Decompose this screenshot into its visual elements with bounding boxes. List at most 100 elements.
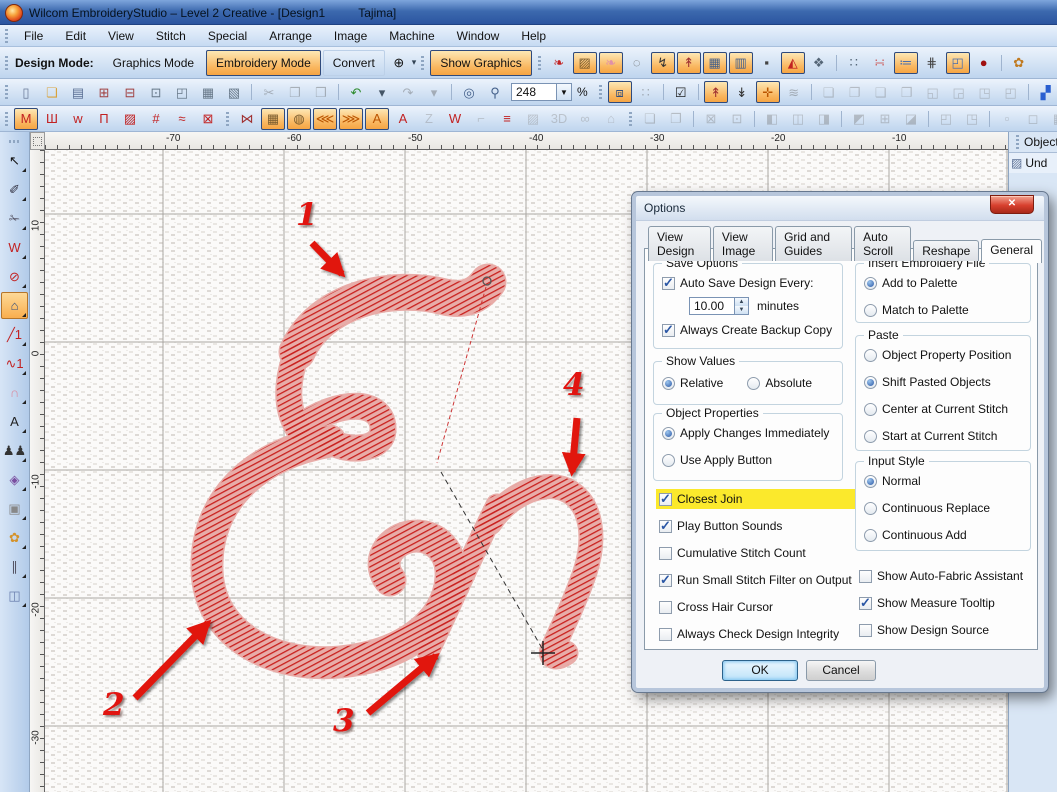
fabric-assistant-icon[interactable]: ✿ [1007,52,1031,74]
monogramming-tool[interactable]: ◈ [1,466,28,493]
auto-save-interval-spinner[interactable]: 10.00 ▲ ▼ [689,297,749,315]
menu-image[interactable]: Image [323,27,378,45]
show-stitch-angles-icon[interactable]: ↡ [730,81,754,103]
show-graphics-button[interactable]: Show Graphics [430,49,532,76]
show-guides-icon[interactable]: ▥ [728,51,753,74]
jagged-edge-icon[interactable]: Z [417,108,441,130]
radio-option[interactable]: Shift Pasted Objects [864,375,1030,389]
color-blending-tool[interactable]: ✿ [1,524,28,551]
print-preview-icon[interactable]: ◰ [170,81,194,103]
close-button[interactable]: ✕ [990,195,1034,214]
save-design-icon[interactable]: ▤ [66,81,90,103]
tab-reshape[interactable]: Reshape [913,240,980,261]
menu-view[interactable]: View [97,27,145,45]
print-icon[interactable]: ⊡ [144,81,168,103]
spin-down-icon[interactable]: ▼ [735,306,748,314]
radio-option[interactable]: Add to Palette [864,276,1030,290]
show-bitmaps-icon[interactable]: ▪ [755,52,779,74]
space-vertical-icon[interactable]: ◳ [960,108,984,130]
auto-save-checkbox[interactable]: Auto Save Design Every: [662,275,842,291]
checkbox-option[interactable]: Show Auto-Fabric Assistant [859,569,1023,583]
circular-fill-icon[interactable]: ◍ [287,107,311,130]
color-film-icon[interactable]: ≔ [893,51,918,74]
jump-stitch-icon[interactable]: ▞ [1034,81,1057,103]
trueview-toggle-icon[interactable]: ❧ [547,52,571,74]
menu-arrange[interactable]: Arrange [258,27,323,45]
tie-off-connector-icon[interactable]: ❐ [843,81,867,103]
tab-view-image[interactable]: View Image [712,226,774,261]
checkbox-option[interactable]: Cumulative Stitch Count [659,546,852,560]
redo-icon[interactable]: ↷ [396,81,420,103]
photo-flash-icon[interactable]: ⊠ [196,108,220,130]
show-connectors-icon[interactable]: ↯ [650,51,675,74]
align-left-icon[interactable]: ◧ [760,108,784,130]
cancel-button[interactable]: Cancel [806,660,876,681]
radio-option[interactable]: Object Property Position [864,348,1030,362]
export-design-icon[interactable]: ⊟ [118,81,142,103]
tab-view-design[interactable]: View Design [648,226,711,261]
paste-icon[interactable]: ❒ [309,81,333,103]
zoom-tool-icon[interactable]: ⚲ [483,81,507,103]
dialog-title-bar[interactable]: Options [636,196,1044,221]
jump-connector-icon[interactable]: ❒ [895,81,919,103]
tab-general[interactable]: General [981,239,1042,263]
tab-auto-scroll[interactable]: Auto Scroll [854,226,912,261]
freehand-closed-tool[interactable]: ⊘ [1,263,28,290]
florentine-effect-icon[interactable]: A [365,107,389,130]
e-stitch-icon[interactable]: Ш [40,108,64,130]
needle-grid-icon[interactable]: ∺ [868,52,892,74]
undo-icon[interactable]: ↶ [344,81,368,103]
spin-up-icon[interactable]: ▲ [735,298,748,306]
digitize-run-tool[interactable]: ∿1 [1,350,28,377]
show-needle-points2-icon[interactable]: ↟ [703,81,728,103]
design-check-icon[interactable]: ☑ [669,81,693,103]
step-effect-icon[interactable]: ⌐ [469,108,493,130]
show-grid-icon[interactable]: ▦ [702,51,727,74]
freehand-embroidery-tool[interactable]: W [1,234,28,261]
radio-option[interactable]: Relative [662,376,723,390]
align-top-icon[interactable]: ◩ [847,108,871,130]
insert-design-icon[interactable]: ⊞ [92,81,116,103]
menu-edit[interactable]: Edit [54,27,97,45]
lettering-tool[interactable]: A [1,408,28,435]
zoom-factor-combo[interactable]: 248 ▼ [511,83,572,101]
undo-list-item[interactable]: ▨ Und [1009,152,1057,173]
wave-fill-icon[interactable]: ⋙ [339,107,363,130]
align-right-icon[interactable]: ◨ [812,108,836,130]
checkbox-option[interactable]: Show Measure Tooltip [859,595,1023,611]
align-center-icon[interactable]: ◫ [786,108,810,130]
globe-dropdown-icon[interactable]: ▾ [412,57,417,68]
stem-stitch-icon[interactable]: ▦ [261,107,285,130]
star-fill-icon[interactable]: ⋘ [313,107,337,130]
radio-option[interactable]: Apply Changes Immediately [662,426,842,440]
menu-stitch[interactable]: Stitch [145,27,197,45]
closest-join-toggle-icon[interactable]: ✛ [755,81,780,103]
radio-option[interactable]: Start at Current Stitch [864,429,1030,443]
tatami-fill-icon[interactable]: Π [92,108,116,130]
lock-icon[interactable]: ⊠ [699,108,723,130]
satin-stitch-icon[interactable]: M [14,107,38,130]
design-repeats-icon[interactable]: ∷ [842,52,866,74]
trim-connector-icon[interactable]: ❑ [869,81,893,103]
show-hoop-icon[interactable]: ⧈ [607,81,632,103]
slow-redraw-icon[interactable]: ≋ [782,81,806,103]
stitch-player-icon[interactable]: ⋕ [920,52,944,74]
run-connector-icon[interactable]: ◱ [921,81,945,103]
menu-file[interactable]: File [13,27,54,45]
convert-button[interactable]: Convert [322,49,385,76]
graphics-mode-button[interactable]: Graphics Mode [103,50,204,76]
menu-special[interactable]: Special [197,27,258,45]
reshape-object-tool[interactable]: ✐ [1,176,28,203]
show-stitches-icon[interactable]: ▨ [572,51,597,74]
backup-checkbox[interactable]: Always Create Backup Copy [662,322,842,338]
parallel-weave-tool[interactable]: ∥ [1,553,28,580]
show-repeats-icon[interactable]: ∷ [634,81,658,103]
checkbox-option[interactable]: Always Check Design Integrity [659,627,852,641]
product-visualizer-icon[interactable]: ❖ [807,52,831,74]
digitize-open-line-tool[interactable]: ╱1 [1,321,28,348]
redo-dropdown-icon[interactable]: ▾ [422,81,446,103]
motif-fill-icon[interactable]: w [66,108,90,130]
contour-fill-icon[interactable]: ≈ [170,108,194,130]
outlines-offsets-tool[interactable]: ▣ [1,495,28,522]
transform-grid-icon[interactable]: ▦ [1047,108,1057,130]
